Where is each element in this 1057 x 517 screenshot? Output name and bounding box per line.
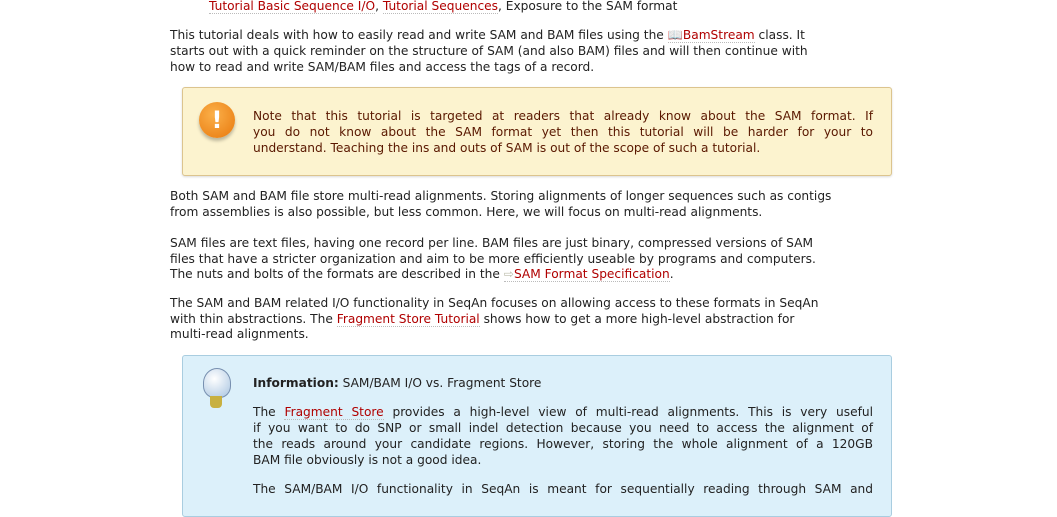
external-link-icon: ⇨ <box>503 267 514 281</box>
info-line: if you want to do SNP or small indel det… <box>253 421 873 435</box>
bamstream-label: BamStream <box>682 28 755 42</box>
info-label: Information: <box>253 376 339 390</box>
info-line: the reads around your candidate regions.… <box>253 437 873 451</box>
information-box: Information: SAM/BAM I/O vs. Fragment St… <box>182 355 892 517</box>
text: The <box>253 405 285 419</box>
paragraph-line: The SAM and BAM related I/O functionalit… <box>170 296 819 310</box>
note-line: understand. Teaching the ins and outs of… <box>253 141 761 155</box>
info-title-text: SAM/BAM I/O vs. Fragment Store <box>338 376 542 390</box>
link-label: SAM Format Specification <box>513 267 670 281</box>
info-line: BAM file obviously is not a good idea. <box>253 453 482 467</box>
link-fragment-store[interactable]: Fragment Store <box>284 405 384 420</box>
lightbulb-base <box>210 396 222 408</box>
info-line: The SAM/BAM I/O functionality in SeqAn i… <box>253 482 873 496</box>
text: . <box>669 267 674 281</box>
info-title: Information: SAM/BAM I/O vs. Fragment St… <box>253 375 541 391</box>
note-line: Note that this tutorial is targeted at r… <box>253 109 873 123</box>
paragraph-line: multi-read alignments. <box>170 327 309 341</box>
paragraph-line: The nuts and bolts of the formats are de… <box>170 266 674 282</box>
link-tutorial-basic-sequence-io[interactable]: Tutorial Basic Sequence I/O <box>209 0 376 14</box>
intro-text: This tutorial deals with how to easily r… <box>170 28 668 42</box>
text: The nuts and bolts of the formats are de… <box>170 267 504 281</box>
link-bamstream[interactable]: 📖BamStream <box>667 28 755 43</box>
paragraph-line: from assemblies is also possible, but le… <box>170 205 763 219</box>
intro-line-2: starts out with a quick reminder on the … <box>170 44 808 58</box>
book-icon: 📖 <box>667 28 683 42</box>
paragraph-line: with thin abstractions. The Fragment Sto… <box>170 311 794 327</box>
separator: , <box>375 0 383 13</box>
paragraph-line: Both SAM and BAM file store multi-read a… <box>170 189 832 203</box>
text: shows how to get a more high-level abstr… <box>479 312 795 326</box>
paragraph-line: SAM files are text files, having one rec… <box>170 236 813 250</box>
link-sam-format-specification[interactable]: ⇨SAM Format Specification <box>503 267 670 282</box>
intro-text: class. It <box>754 28 805 42</box>
info-line: The Fragment Store provides a high-level… <box>253 404 873 420</box>
prerequisites-line: Tutorial Basic Sequence I/O, Tutorial Se… <box>209 0 677 14</box>
paragraph-line: files that have a stricter organization … <box>170 252 816 266</box>
link-tutorial-sequences[interactable]: Tutorial Sequences <box>382 0 499 14</box>
warning-icon: ! <box>199 102 235 138</box>
note-box: ! Note that this tutorial is targeted at… <box>182 87 892 176</box>
intro-line-3: how to read and write SAM/BAM files and … <box>170 60 595 74</box>
lightbulb-icon <box>203 368 231 398</box>
prereq-rest: , Exposure to the SAM format <box>498 0 678 13</box>
intro-line-1: This tutorial deals with how to easily r… <box>170 27 805 43</box>
text: with thin abstractions. The <box>170 312 337 326</box>
link-fragment-store-tutorial[interactable]: Fragment Store Tutorial <box>336 312 480 327</box>
note-line: you do not know about the SAM format yet… <box>253 125 873 139</box>
text: provides a high-level view of multi-read… <box>383 405 873 419</box>
